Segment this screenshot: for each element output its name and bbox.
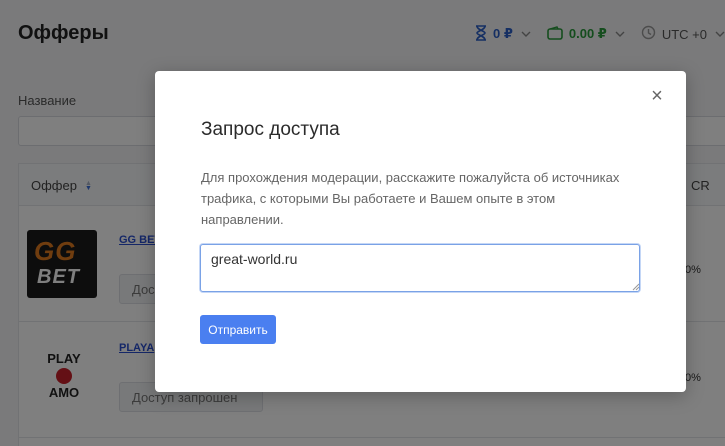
access-request-modal: × Запрос доступа Для прохождения модерац… (155, 71, 686, 392)
modal-title: Запрос доступа (201, 119, 340, 140)
submit-button[interactable]: Отправить (200, 315, 276, 344)
traffic-sources-textarea[interactable] (200, 244, 640, 292)
close-icon[interactable]: × (648, 86, 666, 106)
modal-description: Для прохождения модерации, расскажите по… (201, 170, 620, 227)
